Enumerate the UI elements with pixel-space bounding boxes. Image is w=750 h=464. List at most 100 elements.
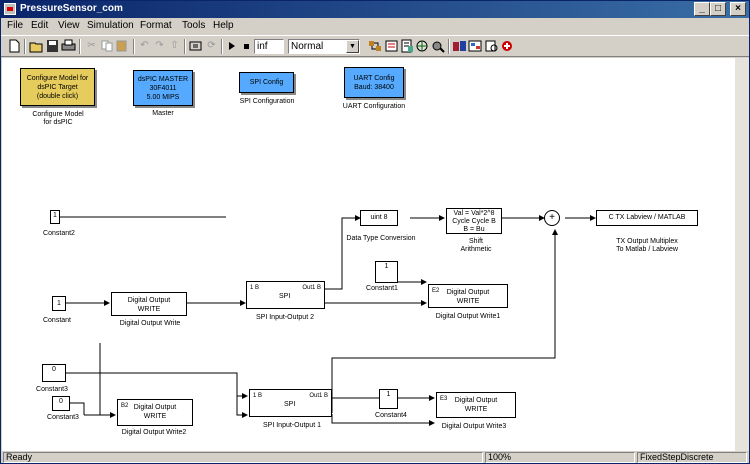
digital-output-write-block[interactable]: E2 Digital Output WRITE xyxy=(428,284,508,308)
open-icon[interactable] xyxy=(29,39,44,53)
block-label: Master xyxy=(152,110,174,117)
block-value: uint 8 xyxy=(370,214,388,221)
block-label: Digital Output Write2 xyxy=(121,429,187,436)
input-port-label: E2 xyxy=(432,288,440,294)
uart-config-block[interactable]: UART Config Baud: 38400 xyxy=(344,67,404,98)
start-simulation-icon[interactable] xyxy=(224,39,239,53)
constant-block[interactable]: 0 xyxy=(42,364,66,382)
block-label: Digital Output Write xyxy=(119,320,181,327)
shift-arithmetic-block[interactable]: Val = Val*2^8 Cycle Cycle B B = Bu xyxy=(446,208,502,234)
simulink-library-icon[interactable] xyxy=(452,39,467,53)
dspic-master-block[interactable]: dsPIC MASTER 30F4011 5.00 MIPS xyxy=(133,70,193,106)
menu-simulation[interactable]: Simulation xyxy=(87,20,134,31)
constant-block[interactable]: 1 xyxy=(50,210,60,224)
update-diagram-icon[interactable]: ⟳ xyxy=(204,39,219,53)
block-text: WRITE xyxy=(464,406,488,413)
stop-simulation-icon[interactable] xyxy=(239,39,254,53)
block-label-line: Configure Model xyxy=(32,111,84,118)
minimize-button[interactable]: _ xyxy=(694,2,710,16)
model-explorer-icon[interactable] xyxy=(415,39,430,53)
block-text: (double click) xyxy=(36,92,79,100)
paste-icon[interactable] xyxy=(115,39,130,53)
debugger-icon[interactable] xyxy=(431,39,446,53)
menu-view[interactable]: View xyxy=(58,20,80,31)
sum-block[interactable]: + xyxy=(544,210,560,226)
block-text: 30F4011 xyxy=(149,84,177,92)
constant-block[interactable]: 0 xyxy=(52,396,70,411)
signal-line xyxy=(236,396,248,418)
block-label: Constant3 xyxy=(47,414,79,421)
model-canvas[interactable]: Configure Model for dsPIC Target (double… xyxy=(2,58,735,451)
profiler-icon[interactable] xyxy=(500,39,515,53)
simulation-mode-select[interactable]: Normal ▼ xyxy=(288,39,360,54)
block-label: SPI Input-Output 2 xyxy=(256,314,314,321)
digital-output-write-block[interactable]: E3 Digital Output WRITE xyxy=(436,392,516,418)
toolbar-separator xyxy=(24,39,26,54)
refresh-icon[interactable] xyxy=(188,39,203,53)
block-label-line: To Matlab / Labview xyxy=(616,246,678,253)
go-to-parent-icon[interactable]: ⇧ xyxy=(167,39,182,53)
menu-edit[interactable]: Edit xyxy=(31,20,48,31)
data-type-conversion-block[interactable]: uint 8 xyxy=(360,210,398,226)
block-label: Constant xyxy=(42,317,72,324)
toolbar-separator xyxy=(184,39,186,54)
vertical-scrollbar[interactable] xyxy=(735,58,749,451)
close-button[interactable]: × xyxy=(730,2,746,16)
incremental-build-icon[interactable] xyxy=(384,39,399,53)
input-port-label: B2 xyxy=(121,403,129,409)
block-label-line: for dsPIC xyxy=(43,119,73,126)
chevron-down-icon[interactable]: ▼ xyxy=(346,40,359,53)
signal-lines xyxy=(60,215,596,426)
toolbar: ✂ ↶ ↷ ⇧ ⟳ inf Normal ▼ xyxy=(1,35,749,57)
maximize-button[interactable]: □ xyxy=(710,2,726,16)
undo-icon[interactable]: ↶ xyxy=(137,39,152,53)
block-text: WRITE xyxy=(143,413,167,420)
block-text: Configure Model for xyxy=(26,74,89,82)
spi-input-output-block[interactable]: 1 B SPI Out1 B xyxy=(249,389,332,417)
library-browser-icon[interactable] xyxy=(400,39,415,53)
spi-config-block[interactable]: SPI Config xyxy=(239,72,294,93)
toolbar-separator xyxy=(79,39,81,54)
digital-output-write-block[interactable]: B2 Digital Output WRITE xyxy=(117,399,193,426)
block-label: Configure Model for dsPIC xyxy=(32,111,83,127)
constant-block[interactable]: 1 xyxy=(52,296,66,311)
configure-model-block[interactable]: Configure Model for dsPIC Target (double… xyxy=(20,68,95,106)
cut-icon[interactable]: ✂ xyxy=(84,39,99,53)
title-bar: PressureSensor_com _ □ × xyxy=(1,1,749,18)
status-state: Ready xyxy=(3,452,483,463)
signal-line xyxy=(331,229,558,413)
constant-block[interactable]: 1 xyxy=(379,389,398,409)
save-icon[interactable] xyxy=(45,39,60,53)
simulink-window: PressureSensor_com _ □ × File Edit View … xyxy=(0,0,750,464)
block-text: UART Config xyxy=(353,74,395,82)
block-label: Constant3 xyxy=(36,386,68,393)
digital-output-write-block[interactable]: Digital Output WRITE xyxy=(111,292,187,316)
block-text: Baud: 38400 xyxy=(354,83,394,91)
block-label: TX Output Multiplex To Matlab / Labview xyxy=(616,238,678,254)
block-value: 1 xyxy=(53,212,57,219)
copy-icon[interactable] xyxy=(100,39,115,53)
tx-output-block[interactable]: C TX Labview / MATLAB xyxy=(596,210,698,226)
block-text: Digital Output xyxy=(454,397,498,404)
model-advisor-icon[interactable] xyxy=(484,39,499,53)
stop-time-input[interactable]: inf xyxy=(254,39,284,54)
print-icon[interactable] xyxy=(61,39,76,53)
menu-file[interactable]: File xyxy=(7,20,23,31)
block-label: SPI Configuration xyxy=(239,98,295,105)
block-text: B = Bu xyxy=(463,226,485,233)
block-text: Digital Output xyxy=(446,289,490,296)
model-browser-icon[interactable] xyxy=(468,39,483,53)
toolbar-separator xyxy=(133,39,135,54)
constant-block[interactable]: 1 xyxy=(375,261,398,283)
block-label: Shift Arithmetic xyxy=(460,238,491,254)
menu-help[interactable]: Help xyxy=(213,20,234,31)
menu-format[interactable]: Format xyxy=(140,20,172,31)
output-port-label: Out1 B xyxy=(302,285,321,291)
block-label-line: Arithmetic xyxy=(460,246,492,253)
new-icon[interactable] xyxy=(7,39,22,53)
spi-input-output-block[interactable]: 1 B SPI Out1 B xyxy=(246,281,325,309)
block-value: 0 xyxy=(52,366,56,373)
redo-icon[interactable]: ↷ xyxy=(152,39,167,53)
menu-tools[interactable]: Tools xyxy=(182,20,205,31)
build-icon[interactable] xyxy=(368,39,383,53)
